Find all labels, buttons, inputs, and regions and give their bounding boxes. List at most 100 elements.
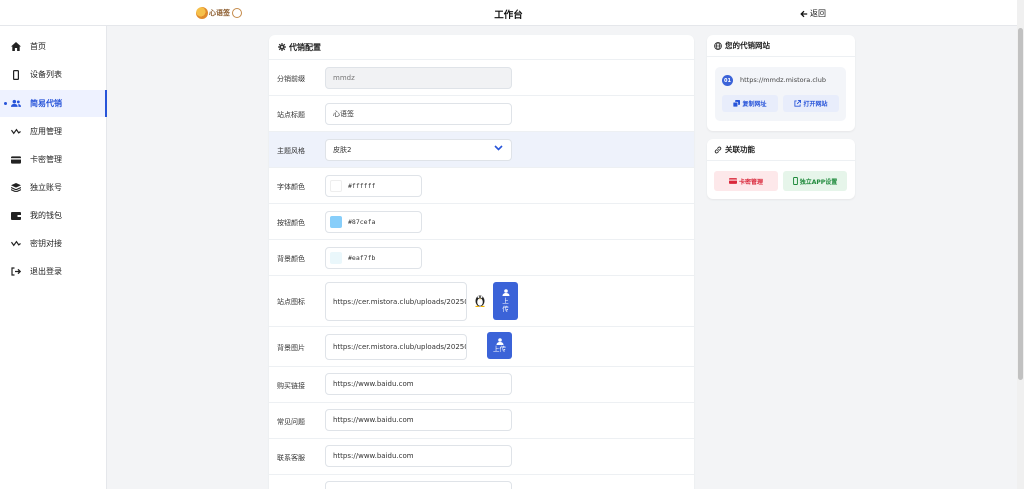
copy-url-button[interactable]: 复制网址 [722, 95, 778, 112]
prefix-value: mmdz [333, 74, 355, 82]
site-icon-url-input[interactable]: https://cer.mistora.club/uploads/20250 [325, 282, 467, 321]
sidebar-item-apps[interactable]: 应用管理 [0, 118, 107, 145]
wallet-icon [11, 211, 21, 221]
theme-select[interactable]: 皮肤2 [325, 139, 512, 161]
top-header: 心语签 工作台 返回 [0, 0, 1017, 26]
scrollbar-thumb[interactable] [1018, 28, 1023, 380]
sidebar-item-wallet[interactable]: 我的钱包 [0, 202, 107, 229]
site-url[interactable]: https://mmdz.mistora.club [740, 76, 826, 84]
bg-image-url-value: https://cer.mistora.club/uploads/20250 [333, 343, 467, 351]
bg-image-upload-button[interactable]: 上传 [487, 332, 512, 359]
form-row-bg-color: 背景颜色 #eaf7fb [269, 240, 694, 276]
standalone-app-button[interactable]: 独立APP设置 [783, 171, 847, 191]
card-management-label: 卡密管理 [738, 178, 763, 186]
form-row-site-title: 站点标题 心语签 [269, 96, 694, 132]
back-button[interactable]: 返回 [800, 8, 826, 19]
bg-image-url-input[interactable]: https://cer.mistora.club/uploads/20250 [325, 334, 467, 360]
form-row-prefix: 分销前缀 mmdz [269, 60, 694, 96]
form-row-buy-link: 购买链接 https://www.baidu.com [269, 367, 694, 403]
copy-url-label: 复制网址 [742, 101, 767, 108]
theme-value: 皮肤2 [333, 146, 352, 154]
form-row-faq: 常见问题 https://www.baidu.com [269, 403, 694, 439]
standalone-app-label: 独立APP设置 [799, 178, 838, 186]
upload-label: 上传 [502, 297, 509, 313]
link-icon [714, 146, 722, 153]
sidebar-item-devices[interactable]: 设备列表 [0, 61, 107, 88]
page-title: 工作台 [494, 10, 523, 21]
theme-label: 主题风格 [277, 147, 305, 155]
buy-link-label: 购买链接 [277, 382, 305, 390]
card-icon [11, 155, 21, 165]
globe-icon [714, 41, 722, 50]
sidebar-item-accounts[interactable]: 独立账号 [0, 174, 107, 201]
font-color-swatch [330, 180, 342, 192]
bg-image-label: 背景图片 [277, 344, 305, 352]
site-title-value: 心语签 [333, 110, 354, 118]
wave-icon [11, 239, 21, 249]
faq-label: 常见问题 [277, 418, 305, 426]
sidebar: 首页 设备列表 简易代销 应用管理 卡密管理 独立账号 我的钱包 密钥对接 退出… [0, 26, 107, 489]
form-row-support: 联系客服 https://www.baidu.com [269, 439, 694, 475]
form-row-font-color: 字体颜色 #ffffff [269, 168, 694, 204]
prefix-input[interactable]: mmdz [325, 67, 512, 89]
site-icon-preview [474, 293, 486, 309]
sidebar-item-simple-resale[interactable]: 简易代销 [0, 90, 107, 117]
bg-color-label: 背景颜色 [277, 255, 305, 263]
button-color-value: #87cefa [348, 218, 376, 226]
site-icon-upload-button[interactable]: 上传 [493, 282, 518, 320]
font-color-value: #ffffff [348, 182, 376, 190]
open-site-button[interactable]: 打开网站 [783, 95, 839, 112]
external-link-icon [794, 100, 802, 107]
form-row-site-icon: 站点图标 https://cer.mistora.club/uploads/20… [269, 276, 694, 327]
buy-link-value: https://www.baidu.com [333, 380, 414, 388]
form-row-partial [269, 475, 694, 489]
sidebar-item-label: 设备列表 [30, 70, 62, 79]
sidebar-item-label: 简易代销 [30, 99, 62, 108]
bg-color-picker[interactable]: #eaf7fb [325, 247, 422, 269]
font-color-label: 字体颜色 [277, 183, 305, 191]
site-title-input[interactable]: 心语签 [325, 103, 512, 125]
wave-icon [11, 127, 21, 137]
prefix-label: 分销前缀 [277, 75, 305, 83]
sidebar-item-home[interactable]: 首页 [0, 33, 107, 60]
next-input[interactable] [325, 481, 512, 489]
sidebar-item-logout[interactable]: 退出登录 [0, 258, 107, 285]
card-title: 关联功能 [725, 145, 755, 154]
sidebar-item-label: 退出登录 [30, 267, 62, 276]
faq-value: https://www.baidu.com [333, 416, 414, 424]
gear-icon [278, 43, 286, 51]
user-icon [496, 338, 503, 345]
arrow-left-icon [800, 10, 808, 17]
sidebar-item-cards[interactable]: 卡密管理 [0, 146, 107, 173]
resale-site-card: 您的代销网站 01 https://mmdz.mistora.club 复制网址… [707, 35, 855, 131]
users-icon [11, 99, 21, 109]
card-header: 代销配置 [269, 35, 694, 60]
form-row-button-color: 按钮颜色 #87cefa [269, 204, 694, 240]
phone-icon [792, 177, 798, 185]
site-index-badge: 01 [722, 75, 733, 86]
logout-icon [11, 267, 21, 277]
card-header: 您的代销网站 [707, 35, 855, 57]
bg-color-swatch [330, 252, 342, 264]
form-row-bg-image: 背景图片 https://cer.mistora.club/uploads/20… [269, 327, 694, 367]
upload-label: 上传 [493, 345, 506, 353]
button-color-picker[interactable]: #87cefa [325, 211, 422, 233]
font-color-picker[interactable]: #ffffff [325, 175, 422, 197]
sidebar-item-label: 密钥对接 [30, 239, 62, 248]
faq-input[interactable]: https://www.baidu.com [325, 409, 512, 431]
buy-link-input[interactable]: https://www.baidu.com [325, 373, 512, 395]
form-row-theme: 主题风格 皮肤2 [269, 132, 694, 168]
card-header: 关联功能 [707, 139, 855, 161]
user-icon [502, 289, 509, 296]
sidebar-item-key-integration[interactable]: 密钥对接 [0, 230, 107, 257]
card-title: 代销配置 [289, 42, 321, 52]
support-input[interactable]: https://www.baidu.com [325, 445, 512, 467]
active-dot [4, 102, 7, 105]
site-title-label: 站点标题 [277, 111, 305, 119]
card-management-button[interactable]: 卡密管理 [714, 171, 778, 191]
copy-icon [733, 100, 741, 107]
site-link-box: 01 https://mmdz.mistora.club 复制网址 打开网站 [715, 67, 846, 121]
phone-icon [11, 69, 21, 80]
button-color-swatch [330, 216, 342, 228]
sidebar-item-label: 首页 [30, 42, 46, 51]
